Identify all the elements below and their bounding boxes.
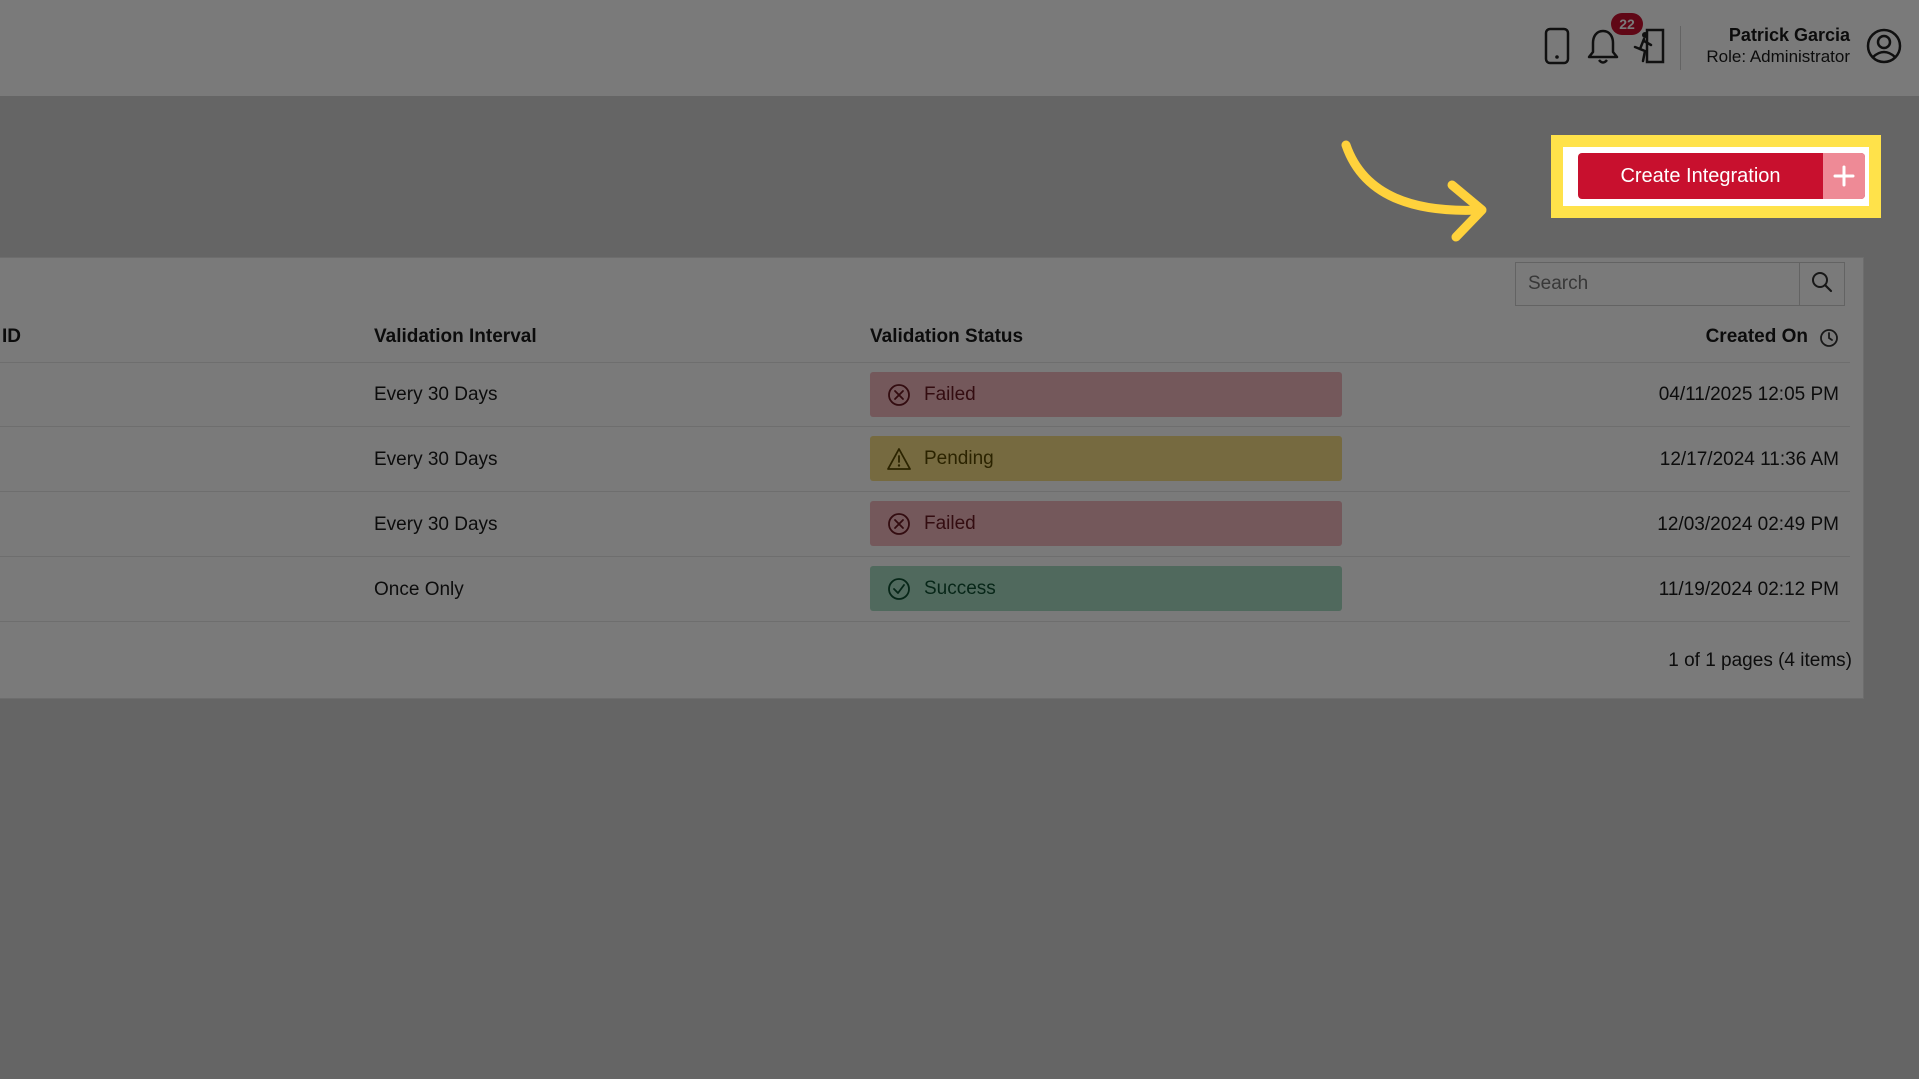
- row-1-interval: Every 30 Days: [374, 384, 498, 405]
- x-circle-icon: [886, 382, 912, 408]
- row-divider: [0, 556, 1850, 557]
- user-role: Role: Administrator: [1706, 47, 1850, 66]
- row-1-status-badge: Failed: [870, 372, 1342, 417]
- status-label: Success: [924, 577, 996, 599]
- search-button[interactable]: [1799, 263, 1844, 305]
- row-2-interval: Every 30 Days: [374, 449, 498, 470]
- search-input[interactable]: [1516, 263, 1800, 305]
- row-2-created: 12/17/2024 11:36 AM: [1659, 449, 1839, 470]
- column-header-interval[interactable]: Validation Interval: [374, 326, 537, 348]
- status-label: Failed: [924, 512, 976, 534]
- row-divider: [0, 621, 1850, 622]
- pager-info: 1 of 1 pages (4 items): [1668, 650, 1852, 671]
- row-divider: [0, 491, 1850, 492]
- row-4-created: 11/19/2024 02:12 PM: [1658, 579, 1839, 600]
- search-icon: [1811, 271, 1833, 298]
- row-3-interval: Every 30 Days: [374, 514, 498, 535]
- search-box: [1515, 262, 1845, 306]
- create-integration-label: Create Integration: [1620, 164, 1781, 187]
- row-3-status-badge: Failed: [870, 501, 1342, 546]
- user-circle-icon[interactable]: [1862, 24, 1906, 68]
- row-3-created: 12/03/2024 02:49 PM: [1657, 514, 1839, 535]
- row-4-status-badge: Success: [870, 566, 1342, 611]
- exit-icon[interactable]: [1627, 24, 1671, 68]
- row-4-interval: Once Only: [374, 579, 464, 600]
- row-2-status-badge: Pending: [870, 436, 1342, 481]
- column-header-status[interactable]: Validation Status: [870, 326, 1023, 348]
- clock-icon[interactable]: [1819, 328, 1839, 353]
- top-header: 22 Patrick Garcia Role: Administrator: [0, 0, 1919, 96]
- user-name: Patrick Garcia: [1728, 25, 1850, 45]
- check-circle-icon: [886, 576, 912, 602]
- mobile-icon[interactable]: [1535, 24, 1579, 68]
- status-label: Failed: [924, 383, 976, 405]
- header-divider: [1680, 26, 1681, 70]
- arrow-icon: [1341, 140, 1487, 242]
- row-1-created: 04/11/2025 12:05 PM: [1658, 384, 1839, 405]
- status-label: Pending: [924, 447, 994, 469]
- row-divider: [0, 426, 1850, 427]
- column-header-created[interactable]: Created On: [1706, 326, 1808, 348]
- row-divider: [0, 362, 1850, 363]
- column-header-id[interactable]: ID: [2, 326, 21, 348]
- x-circle-icon: [886, 511, 912, 537]
- warning-icon: [886, 446, 912, 472]
- plus-icon: [1823, 153, 1865, 199]
- create-integration-button[interactable]: Create Integration: [1578, 153, 1865, 199]
